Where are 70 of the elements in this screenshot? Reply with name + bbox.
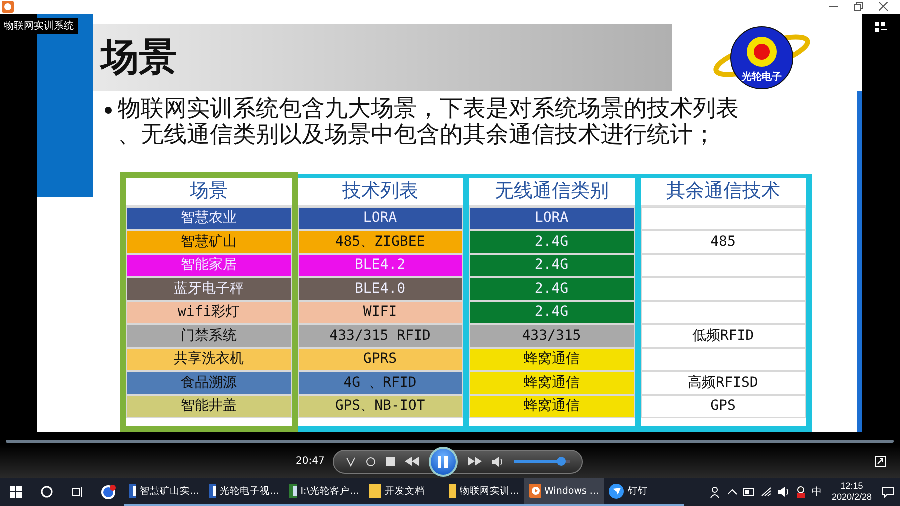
pause-button[interactable] — [428, 446, 458, 477]
table-cell: wifi彩灯 — [126, 300, 292, 324]
table-cell: 智慧农业 — [126, 206, 292, 230]
input-method[interactable]: 中 — [812, 485, 822, 500]
taskbar-app[interactable]: Windows ... — [524, 478, 604, 506]
fast-forward-icon[interactable] — [468, 457, 482, 466]
grid-icon[interactable] — [875, 22, 887, 32]
table-cell: 433/315 RFID — [298, 324, 463, 348]
table-cell: 低频RFID — [640, 324, 806, 348]
table-cell: LORA — [469, 206, 634, 230]
slide-title: 场景 — [93, 24, 672, 91]
document-icon — [209, 484, 216, 498]
table-cell: 智能家居 — [126, 254, 292, 278]
taskbar-app[interactable]: 开发文档 — [364, 478, 444, 506]
table-cell: GPS、NB-IOT — [298, 394, 463, 418]
table-cell: 蜂窝通信 — [469, 348, 634, 372]
tray-app-icon[interactable] — [796, 486, 806, 498]
bullet-text: 物联网实训系统包含九大场景，下表是对系统场景的技术列表、无线通信类别以及场景中包含的其余通信技术进行统计； — [118, 96, 740, 148]
playback-time: 20:47 — [296, 456, 325, 468]
stop-icon[interactable] — [386, 457, 395, 466]
clock[interactable]: 12:15 2020/2/28 — [828, 481, 876, 504]
pause-icon — [438, 456, 448, 468]
rewind-icon[interactable] — [404, 457, 419, 466]
people-icon[interactable] — [710, 486, 722, 498]
table-cell: LORA — [298, 206, 463, 230]
volume-slider[interactable] — [514, 460, 570, 464]
restore-icon[interactable] — [854, 2, 863, 12]
table-cell: GPRS — [298, 348, 463, 372]
table-cell: 食品溯源 — [126, 371, 292, 395]
table-cell: 蜂窝通信 — [469, 371, 634, 395]
table-cell: 蓝牙电子秤 — [126, 277, 292, 301]
table-cell: BLE4.0 — [298, 277, 463, 301]
notification-icon[interactable] — [882, 486, 894, 498]
document-icon — [129, 484, 136, 498]
table-cell: 2.4G — [469, 277, 634, 301]
table-cell: 2.4G — [469, 254, 634, 278]
battery-icon[interactable] — [742, 488, 755, 496]
table-cell: 蜂窝通信 — [469, 394, 634, 418]
taskbar-app[interactable]: 光轮电子视... — [204, 478, 284, 506]
taskbar-app[interactable]: 钉钉 — [604, 478, 684, 506]
table-cell: 485、ZIGBEE — [298, 230, 463, 254]
table-cell: BLE4.2 — [298, 254, 463, 278]
table-cell: 智能井盖 — [126, 394, 292, 418]
table-cell: 智慧矿山 — [126, 230, 292, 254]
bullet-dot — [105, 106, 112, 114]
taskbar-app[interactable]: I:\光轮客户... — [284, 478, 364, 506]
expand-icon[interactable] — [875, 456, 886, 468]
seek-bar[interactable] — [6, 440, 894, 444]
table-cell: 485 — [640, 230, 806, 254]
close-icon[interactable] — [879, 2, 888, 12]
table-cell: 433/315 — [469, 324, 634, 348]
table-cell: WIFI — [298, 300, 463, 324]
table-cell: 4G 、RFID — [298, 371, 463, 395]
table-cell: 高频RFISD — [640, 371, 806, 395]
chevron-up-icon[interactable] — [728, 489, 737, 496]
taskbar-app[interactable]: 智慧矿山实... — [124, 478, 204, 506]
table-cell: GPS — [640, 394, 806, 418]
folder-icon — [369, 484, 381, 498]
repeat-icon[interactable] — [366, 456, 376, 467]
volume-icon[interactable] — [492, 456, 504, 467]
logo-drawing: 光轮电子 — [672, 24, 862, 91]
speaker-icon[interactable] — [778, 487, 790, 498]
table-cell: 共享洗衣机 — [126, 348, 292, 372]
paper-plane-icon — [609, 484, 624, 499]
folder-icon — [449, 484, 456, 498]
document-icon — [289, 484, 297, 498]
table-cell: 2.4G — [469, 230, 634, 254]
table-cell: 门禁系统 — [126, 324, 292, 348]
play-icon — [529, 484, 540, 498]
table-cell: 2.4G — [469, 300, 634, 324]
